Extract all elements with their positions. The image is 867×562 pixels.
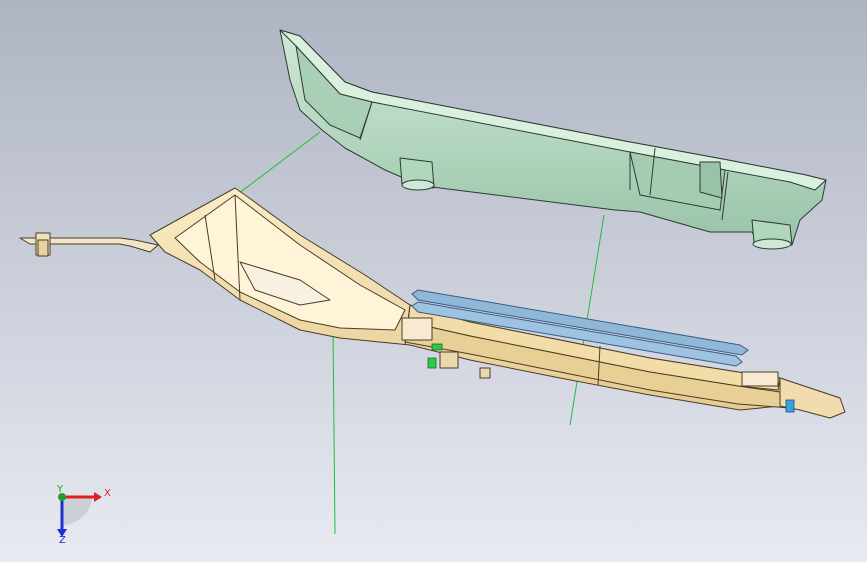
viewport-background (0, 0, 867, 562)
model-scene[interactable] (0, 0, 867, 562)
cover-boss-left-cap (401, 179, 435, 191)
base-end-cap (741, 371, 779, 387)
base-slot (401, 317, 433, 341)
cover-boss-right-cap (752, 238, 792, 250)
blue-pin-icon (785, 399, 795, 413)
green-clip-icon-2 (431, 343, 443, 351)
cad-viewport[interactable]: X Y Z (0, 0, 867, 562)
base-clip (439, 351, 459, 369)
bracket-bolt-shank (37, 239, 49, 257)
green-clip-icon (427, 357, 437, 369)
base-lug (479, 367, 491, 379)
cover-notch (699, 161, 723, 199)
